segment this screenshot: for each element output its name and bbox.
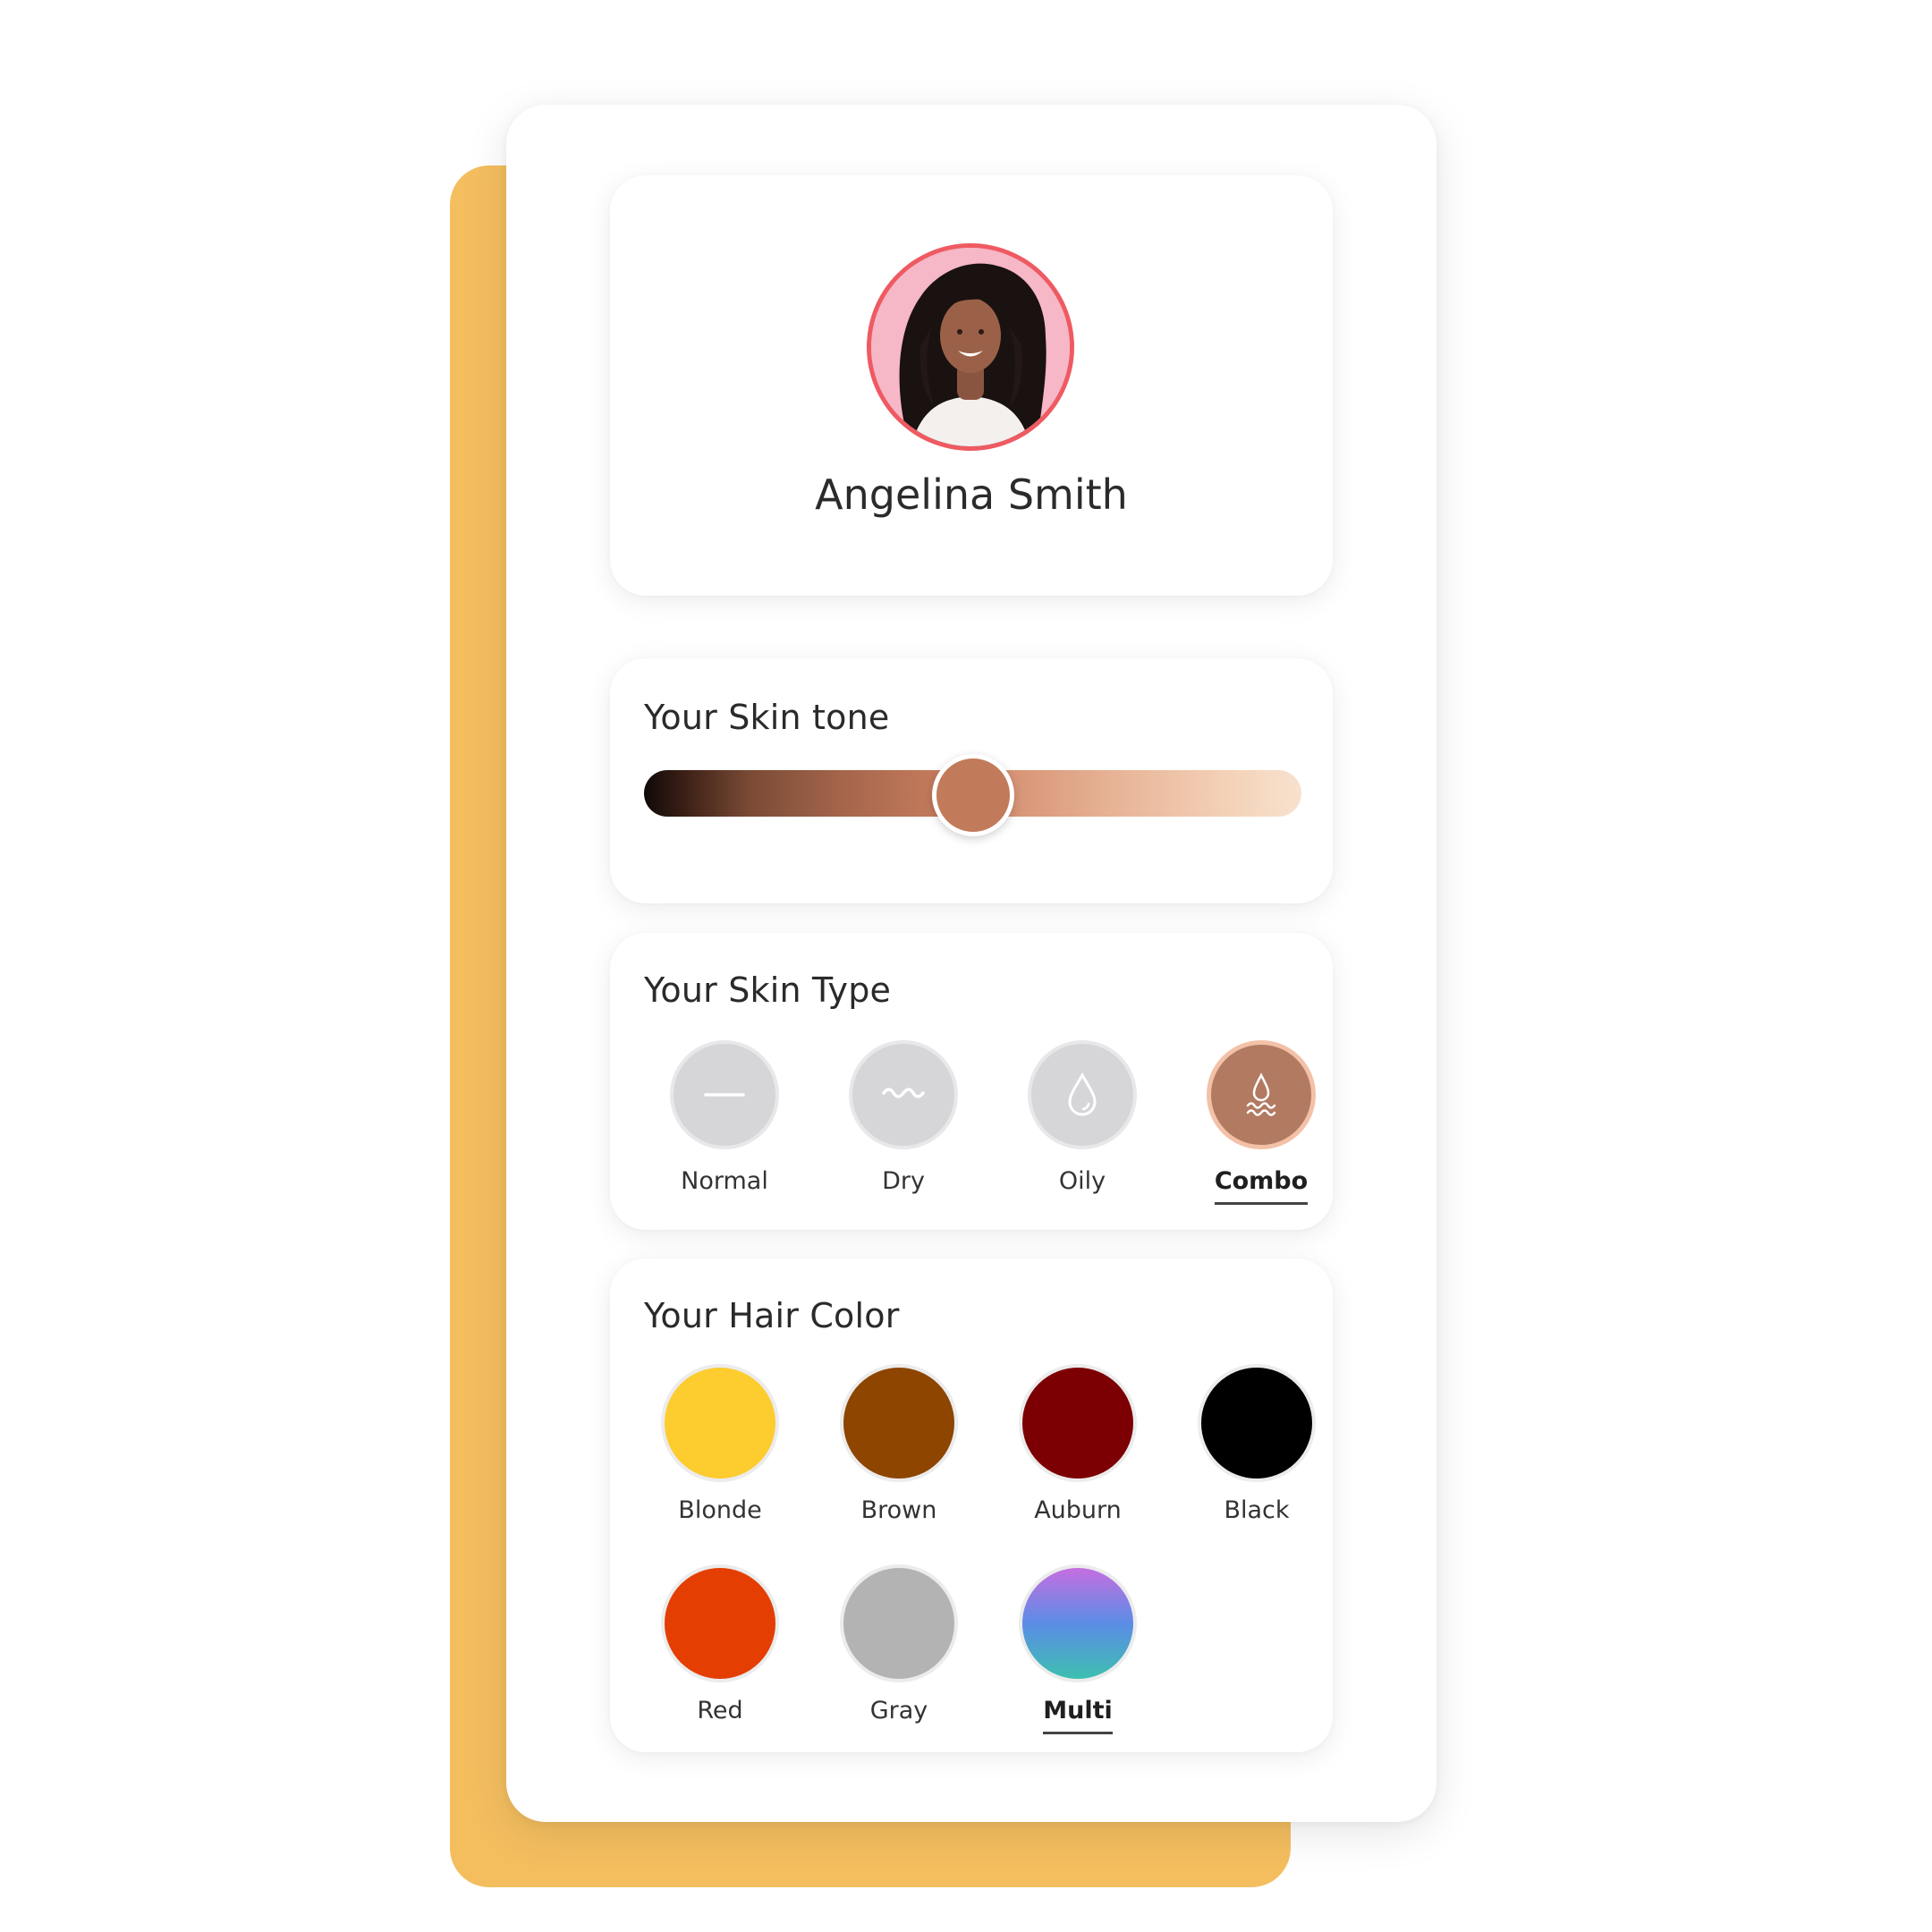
- skin-type-label: Oily: [1058, 1167, 1106, 1195]
- skin-tone-panel: Your Skin tone: [610, 658, 1333, 903]
- hair-color-title: Your Hair Color: [644, 1296, 900, 1335]
- hair-color-blonde-swatch[interactable]: [661, 1364, 779, 1482]
- skin-type-dry-button[interactable]: [849, 1040, 958, 1149]
- hair-color-label: Blonde: [678, 1496, 762, 1524]
- wave-icon: [880, 1081, 927, 1108]
- profile-name: Angelina Smith: [815, 470, 1128, 519]
- profile-panel: Angelina Smith: [610, 175, 1333, 596]
- droplet-icon: [1064, 1072, 1100, 1118]
- hair-color-brown-swatch[interactable]: [840, 1364, 958, 1482]
- hair-color-label: Black: [1224, 1496, 1290, 1524]
- hair-color-option-brown[interactable]: Brown: [823, 1364, 975, 1531]
- hair-color-black-swatch[interactable]: [1198, 1364, 1316, 1482]
- skin-type-label: Combo: [1214, 1167, 1309, 1205]
- skin-type-option-combo[interactable]: Combo: [1185, 1040, 1337, 1205]
- app-canvas: Angelina Smith Your Skin tone Your Skin …: [0, 0, 1932, 1932]
- skin-type-panel: Your Skin Type Normal Dry Oily Combo: [610, 933, 1333, 1230]
- skin-type-option-oily[interactable]: Oily: [1006, 1040, 1158, 1202]
- profile-preferences-card: Angelina Smith Your Skin tone Your Skin …: [506, 105, 1436, 1822]
- avatar: [871, 248, 1070, 446]
- hair-color-option-red[interactable]: Red: [644, 1564, 796, 1732]
- hair-color-label: Brown: [860, 1496, 937, 1524]
- hair-color-option-gray[interactable]: Gray: [823, 1564, 975, 1732]
- skin-type-label: Dry: [882, 1167, 925, 1195]
- hair-color-option-auburn[interactable]: Auburn: [1002, 1364, 1154, 1531]
- skin-type-option-dry[interactable]: Dry: [827, 1040, 979, 1202]
- skin-type-combo-button[interactable]: [1207, 1040, 1316, 1149]
- skin-type-normal-button[interactable]: [670, 1040, 779, 1149]
- hair-color-multi-swatch[interactable]: [1019, 1564, 1137, 1682]
- hair-color-label: Gray: [869, 1697, 928, 1724]
- skin-tone-title: Your Skin tone: [644, 698, 890, 737]
- avatar-ring[interactable]: [867, 243, 1074, 451]
- hair-color-option-multi[interactable]: Multi: [1002, 1564, 1154, 1734]
- skin-type-title: Your Skin Type: [644, 970, 892, 1010]
- hair-color-option-black[interactable]: Black: [1181, 1364, 1333, 1531]
- skin-tone-slider-thumb[interactable]: [931, 754, 1014, 836]
- hair-color-auburn-swatch[interactable]: [1019, 1364, 1137, 1482]
- skin-type-oily-button[interactable]: [1028, 1040, 1137, 1149]
- hair-color-label: Red: [697, 1697, 743, 1724]
- skin-type-label: Normal: [681, 1167, 768, 1195]
- hair-color-panel: Your Hair Color Blonde Brown Auburn Black Red…: [610, 1258, 1333, 1752]
- dash-icon: [702, 1072, 747, 1117]
- hair-color-label: Auburn: [1034, 1496, 1122, 1524]
- avatar-portrait-image: [871, 248, 1070, 446]
- hair-color-option-blonde[interactable]: Blonde: [644, 1364, 796, 1531]
- skin-type-option-normal[interactable]: Normal: [648, 1040, 801, 1202]
- hair-color-red-swatch[interactable]: [661, 1564, 779, 1682]
- droplet-wave-icon: [1243, 1072, 1279, 1118]
- hair-color-label: Multi: [1043, 1697, 1113, 1734]
- hair-color-gray-swatch[interactable]: [840, 1564, 958, 1682]
